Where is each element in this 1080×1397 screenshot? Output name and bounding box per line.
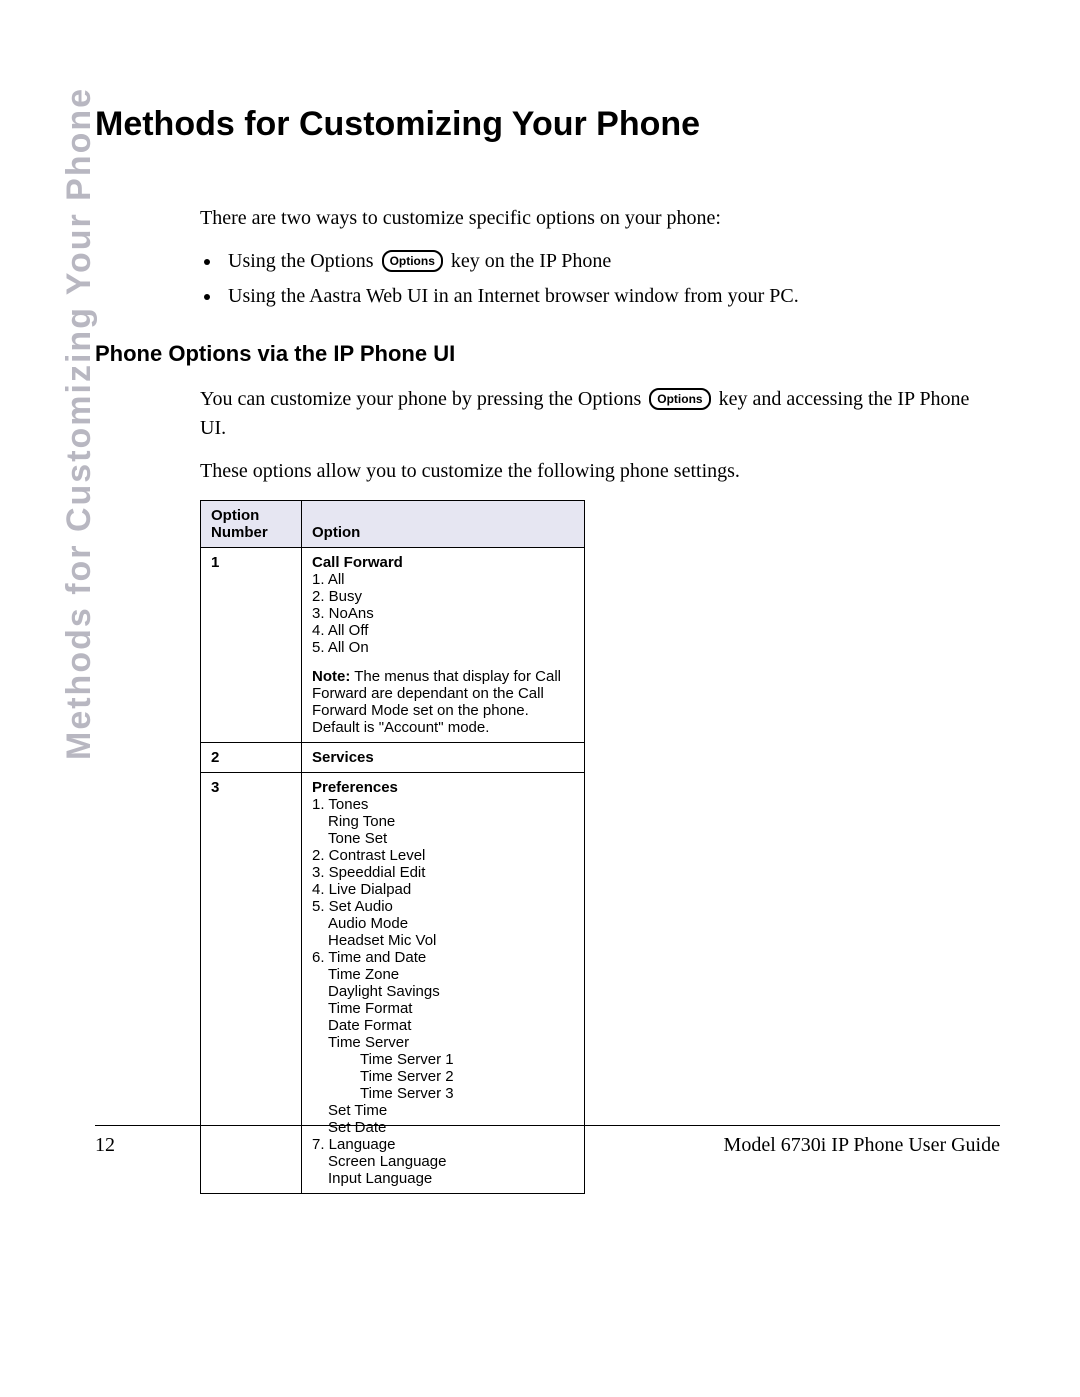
table-row: 2 Services [201,743,585,773]
list-item: 1. Tones [312,796,574,813]
para1-pre: You can customize your phone by pressing… [200,388,646,410]
list-item: Time Server 2 [312,1068,574,1085]
option-title: Call Forward [312,554,574,571]
bullet-web-ui: Using the Aastra Web UI in an Internet b… [222,282,1000,311]
list-item: 2. Contrast Level [312,847,574,864]
list-item: Time Zone [312,966,574,983]
list-item: Tone Set [312,830,574,847]
list-item: Time Server 1 [312,1051,574,1068]
list-item: 3. Speeddial Edit [312,864,574,881]
bullet1-pre: Using the Options [228,250,379,272]
list-item: Time Server [312,1034,574,1051]
list-item: 4. All Off [312,622,574,639]
option-title: Preferences [312,779,574,796]
list-item: 3. NoAns [312,605,574,622]
bullet1-post: key on the IP Phone [446,250,611,272]
cell-option: Services [302,743,585,773]
intro-paragraph: There are two ways to customize specific… [200,204,1000,233]
list-item: Time Format [312,1000,574,1017]
options-key-icon: Options [649,388,710,410]
list-item: Date Format [312,1017,574,1034]
list-item: 6. Time and Date [312,949,574,966]
doc-title: Model 6730i IP Phone User Guide [724,1134,1000,1157]
note-text: The menus that display for Call Forward … [312,668,561,736]
page-title: Methods for Customizing Your Phone [95,105,1000,144]
option-items: 1. All 2. Busy 3. NoAns 4. All Off 5. Al… [312,571,574,656]
list-item: 5. Set Audio [312,898,574,915]
bullet-options-key: Using the Options Options key on the IP … [222,247,1000,276]
page-number: 12 [95,1134,115,1157]
list-item: Ring Tone [312,813,574,830]
para-customize: You can customize your phone by pressing… [200,385,1000,443]
list-item: Audio Mode [312,915,574,932]
list-item: 4. Live Dialpad [312,881,574,898]
list-item: Time Server 3 [312,1085,574,1102]
list-item: 2. Busy [312,588,574,605]
cell-num: 2 [201,743,302,773]
list-item: Headset Mic Vol [312,932,574,949]
para-settings: These options allow you to customize the… [200,457,1000,486]
list-item: 1. All [312,571,574,588]
option-title: Services [312,749,574,766]
side-tab-title: Methods for Customizing Your Phone [60,87,99,760]
table-row: 1 Call Forward 1. All 2. Busy 3. NoAns 4… [201,548,585,743]
th-option-number: Option Number [201,501,302,548]
note-label: Note: [312,668,350,685]
options-table: Option Number Option 1 Call Forward 1. A… [200,500,585,1194]
list-item: Daylight Savings [312,983,574,1000]
subheading-phone-options: Phone Options via the IP Phone UI [95,341,1000,367]
option-note: Note: The menus that display for Call Fo… [312,668,574,736]
cell-option: Call Forward 1. All 2. Busy 3. NoAns 4. … [302,548,585,743]
options-key-icon: Options [382,250,443,272]
th-option: Option [302,501,585,548]
cell-num: 1 [201,548,302,743]
list-item: Input Language [312,1170,574,1187]
list-item: 5. All On [312,639,574,656]
list-item: Set Time [312,1102,574,1119]
